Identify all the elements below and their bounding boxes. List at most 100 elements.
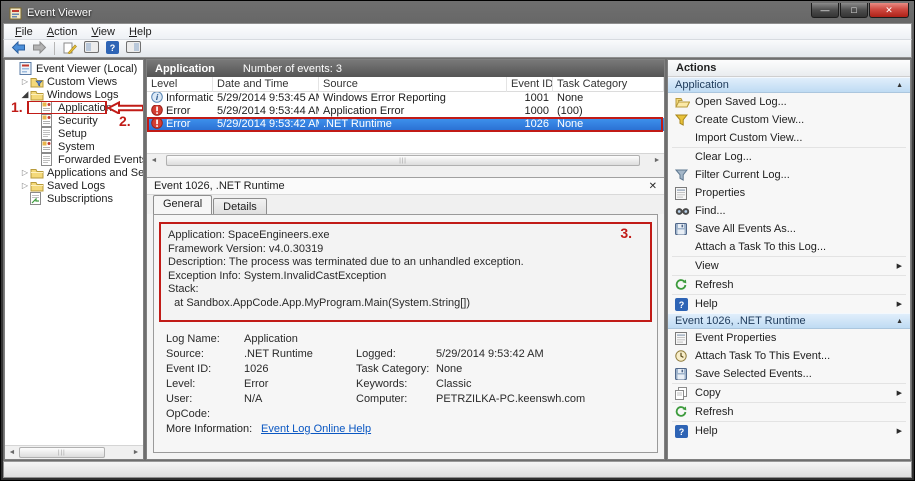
events-horizontal-scrollbar[interactable]: ◄ ||| ► [147, 153, 664, 167]
folder-icon [30, 167, 45, 179]
tree-item-label: System [56, 141, 95, 153]
column-header-date-and-time[interactable]: Date and Time [213, 77, 319, 92]
tree-item-windows-logs[interactable]: ◢ Windows Logs [5, 88, 143, 101]
help-button[interactable]: ? [103, 41, 121, 57]
menu-file[interactable]: File [8, 25, 40, 39]
actions-list: Application▲Open Saved Log...Create Cust… [668, 77, 910, 440]
column-header-event-id[interactable]: Event ID [507, 77, 553, 92]
action-save-all-events-as[interactable]: Save All Events As... [668, 220, 910, 238]
event-row-1026[interactable]: Error5/29/2014 9:53:42 AM.NET Runtime102… [147, 118, 664, 131]
event-row-1000[interactable]: Error5/29/2014 9:53:44 AMApplication Err… [147, 105, 664, 118]
expand-icon[interactable]: ▷ [20, 168, 30, 177]
preview-splitter[interactable] [147, 167, 664, 177]
tree-item-security[interactable]: Security [5, 114, 143, 127]
export-log-button[interactable] [61, 41, 79, 57]
tree-scroll-track[interactable]: ||| [19, 446, 129, 459]
expand-icon[interactable]: ▷ [20, 77, 30, 86]
event-id: 1026 [507, 118, 553, 131]
close-preview-icon[interactable]: ✕ [649, 181, 657, 192]
scroll-left-arrow-icon[interactable]: ◄ [147, 154, 161, 167]
field-label: Task Category: [356, 363, 436, 375]
action-attach-a-task-to-this-log[interactable]: Attach a Task To this Log... [668, 238, 910, 256]
action-refresh[interactable]: Refresh [668, 276, 910, 294]
tree-item-saved-logs[interactable]: ▷Saved Logs [5, 179, 143, 192]
events-scroll-track[interactable]: ||| [161, 154, 650, 167]
column-header-task-category[interactable]: Task Category [553, 77, 664, 92]
actions-pane-title: Actions [668, 60, 910, 77]
scroll-left-arrow-icon[interactable]: ◄ [5, 446, 19, 459]
event-level-text: Error [166, 105, 190, 118]
field-label: Keywords: [356, 378, 436, 390]
console-tree: Event Viewer (Local)▷Custom Views◢ Window… [5, 60, 143, 445]
column-header-source[interactable]: Source [319, 77, 507, 92]
action-copy[interactable]: Copy▶ [668, 384, 910, 402]
action-label: Find... [695, 205, 904, 217]
menu-help[interactable]: Help [122, 25, 159, 39]
expand-icon[interactable]: ▷ [20, 181, 30, 190]
back-button[interactable] [9, 41, 27, 57]
field-row: Event ID:1026Task Category:None [166, 361, 652, 376]
close-button[interactable]: ✕ [869, 3, 909, 18]
action-find[interactable]: Find... [668, 202, 910, 220]
action-save-selected-events[interactable]: Save Selected Events... [668, 365, 910, 383]
collapse-section-icon[interactable]: ▲ [896, 318, 903, 325]
toggle-console-tree-button[interactable] [82, 41, 100, 57]
tree-item-setup[interactable]: Setup [5, 127, 143, 140]
forward-button[interactable] [30, 41, 48, 57]
event-row-1001[interactable]: iInformation5/29/2014 9:53:45 AMWindows … [147, 92, 664, 105]
action-view[interactable]: View▶ [668, 257, 910, 275]
tree-item-system[interactable]: System [5, 140, 143, 153]
tree-item-application[interactable]: Application1. [5, 101, 143, 114]
maximize-button[interactable]: □ [840, 3, 868, 18]
description-line: at Sandbox.AppCode.App.MyProgram.Main(Sy… [168, 297, 650, 311]
tab-general[interactable]: General [153, 195, 212, 214]
action-open-saved-log[interactable]: Open Saved Log... [668, 93, 910, 111]
collapse-section-icon[interactable]: ▲ [896, 82, 903, 89]
tree-scroll-thumb[interactable]: ||| [19, 447, 105, 458]
save-icon [675, 368, 695, 380]
action-clear-log[interactable]: Clear Log... [668, 148, 910, 166]
tree-item-custom-views[interactable]: ▷Custom Views [5, 75, 143, 88]
events-log-name: Application [155, 63, 215, 75]
menu-view[interactable]: View [84, 25, 122, 39]
field-value: 5/29/2014 9:53:42 AM [436, 348, 652, 360]
minimize-button[interactable]: — [811, 3, 839, 18]
funnel-yellow-icon [675, 114, 695, 126]
events-scroll-thumb[interactable]: ||| [166, 155, 640, 166]
column-header-level[interactable]: Level [147, 77, 213, 92]
action-help[interactable]: ?Help▶ [668, 422, 910, 440]
action-properties[interactable]: Properties [668, 184, 910, 202]
tree-item-subscriptions[interactable]: Subscriptions [5, 192, 143, 205]
toggle-action-pane-button[interactable] [124, 41, 142, 57]
action-refresh[interactable]: Refresh [668, 403, 910, 421]
action-event-properties[interactable]: Event Properties [668, 329, 910, 347]
action-import-custom-view[interactable]: Import Custom View... [668, 129, 910, 147]
tree-item-applications-and-services-lo[interactable]: ▷Applications and Services Lo [5, 166, 143, 179]
help-blue-icon: ? [675, 425, 695, 438]
action-create-custom-view[interactable]: Create Custom View... [668, 111, 910, 129]
event-preview-pane: Event 1026, .NET Runtime ✕ GeneralDetail… [147, 177, 664, 459]
tab-details[interactable]: Details [213, 198, 267, 214]
action-label: Save All Events As... [695, 223, 904, 235]
scroll-right-arrow-icon[interactable]: ► [129, 446, 143, 459]
action-attach-task-to-this-event[interactable]: Attach Task To This Event... [668, 347, 910, 365]
tree-item-event-viewer-local-[interactable]: Event Viewer (Local) [5, 62, 143, 75]
tree-horizontal-scrollbar[interactable]: ◄ ||| ► [5, 445, 143, 459]
scroll-right-arrow-icon[interactable]: ► [650, 154, 664, 167]
event-description: 3. Application: SpaceEngineers.exeFramew… [159, 222, 652, 322]
event-id: 1000 [507, 105, 553, 118]
tree-item-label: Windows Logs [45, 89, 119, 101]
collapse-icon[interactable]: ◢ [20, 89, 30, 100]
actions-section-application[interactable]: Application▲ [668, 77, 910, 93]
menu-action[interactable]: Action [40, 25, 85, 39]
titlebar[interactable]: Event Viewer —□✕ [3, 3, 912, 23]
event-task-category: None [553, 92, 664, 105]
annotation-1: 1. [11, 101, 23, 114]
action-label: Attach a Task To this Log... [695, 241, 904, 253]
actions-section-event-1026-net-runtime[interactable]: Event 1026, .NET Runtime▲ [668, 313, 910, 329]
event-log-online-help-link[interactable]: Event Log Online Help [261, 423, 371, 435]
event-datetime: 5/29/2014 9:53:42 AM [213, 118, 319, 131]
tree-item-forwarded-events[interactable]: Forwarded Events [5, 153, 143, 166]
action-filter-current-log[interactable]: Filter Current Log... [668, 166, 910, 184]
action-help[interactable]: ?Help▶ [668, 295, 910, 313]
